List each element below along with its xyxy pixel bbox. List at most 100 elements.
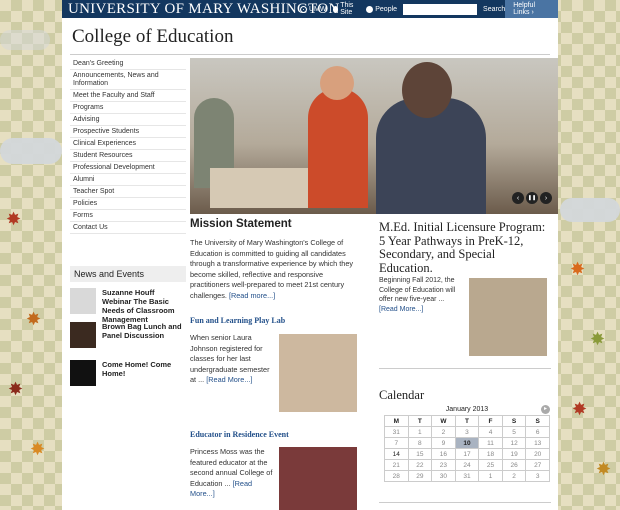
calendar-day[interactable]: 1 <box>478 470 503 482</box>
calendar-day[interactable]: 2 <box>431 426 456 438</box>
mission-read-more-link[interactable]: [Read more...] <box>229 291 275 300</box>
mission-heading: Mission Statement <box>190 218 292 230</box>
news-item[interactable]: Suzanne Houff Webinar The Basic Needs of… <box>70 288 186 324</box>
calendar-day[interactable]: 29 <box>407 470 433 482</box>
news-thumbnail[interactable] <box>70 288 96 314</box>
sidebar-nav-item[interactable]: Contact Us <box>70 222 186 234</box>
radio-icon <box>300 5 307 13</box>
sidebar-nav-item[interactable]: Announcements, News and Information <box>70 70 186 90</box>
sidebar-nav-item[interactable]: Student Resources <box>70 150 186 162</box>
sidebar-nav-item[interactable]: Policies <box>70 198 186 210</box>
calendar-day[interactable]: 19 <box>501 448 527 460</box>
sidebar-nav-item[interactable]: Teacher Spot <box>70 186 186 198</box>
calendar-day[interactable]: 15 <box>407 448 433 460</box>
med-heading[interactable]: M.Ed. Initial Licensure Program: 5 Year … <box>379 220 549 275</box>
sidebar-nav-item[interactable]: Programs <box>70 102 186 114</box>
scope-radio-this-site[interactable]: This Site <box>332 2 361 16</box>
calendar-day[interactable]: 18 <box>478 448 503 460</box>
calendar-day[interactable]: 20 <box>525 448 550 460</box>
story-heading[interactable]: Fun and Learning Play Lab <box>190 316 285 325</box>
calendar-day[interactable]: 5 <box>501 426 527 438</box>
pause-icon[interactable]: ❚❚ <box>526 192 538 204</box>
university-logo[interactable]: UNIVERSITY OF MARY WASHINGTON <box>62 1 339 18</box>
calendar-day[interactable]: 3 <box>454 426 480 438</box>
story-photo[interactable] <box>279 334 357 412</box>
calendar-day[interactable]: 13 <box>525 437 550 449</box>
search-button[interactable]: Search <box>483 6 505 13</box>
news-title[interactable]: Suzanne Houff Webinar The Basic Needs of… <box>102 288 186 324</box>
calendar-day[interactable]: 22 <box>407 459 433 471</box>
next-slide-icon[interactable]: › <box>540 192 552 204</box>
slideshow[interactable]: ‹ ❚❚ › <box>190 58 558 214</box>
calendar-day[interactable]: 28 <box>384 470 409 482</box>
sidebar-nav-item[interactable]: Forms <box>70 210 186 222</box>
calendar-day[interactable]: 9 <box>431 437 456 449</box>
news-title[interactable]: Come Home! Come Home! <box>102 360 186 386</box>
scope-radio-people[interactable]: People <box>366 5 397 13</box>
sidebar-nav-item[interactable]: Dean's Greeting <box>70 58 186 70</box>
story-heading[interactable]: Educator in Residence Event <box>190 430 289 439</box>
calendar-day[interactable]: 25 <box>478 459 503 471</box>
news-thumbnail[interactable] <box>70 322 96 348</box>
story-read-more-link[interactable]: [Read More...] <box>206 375 252 384</box>
next-month-icon[interactable]: ▸ <box>541 405 550 414</box>
page-title[interactable]: College of Education <box>72 26 233 48</box>
story-photo[interactable] <box>279 447 357 510</box>
calendar-day[interactable]: 12 <box>501 437 527 449</box>
scope-radio-umw[interactable]: UMW <box>300 5 327 13</box>
calendar-day[interactable]: 10 <box>454 437 480 449</box>
news-item[interactable]: Brown Bag Lunch and Panel Discussion <box>70 322 186 348</box>
sidebar-nav-item[interactable]: Professional Development <box>70 162 186 174</box>
calendar-weekday: W <box>431 415 456 427</box>
calendar-day[interactable]: 7 <box>384 437 409 449</box>
calendar-day[interactable]: 21 <box>384 459 409 471</box>
maple-leaf-icon: ✸ <box>30 439 46 459</box>
calendar-day[interactable]: 16 <box>431 448 456 460</box>
calendar-day[interactable]: 11 <box>478 437 503 449</box>
sidebar-nav-item[interactable]: Clinical Experiences <box>70 138 186 150</box>
calendar-day[interactable]: 31 <box>454 470 480 482</box>
med-photo[interactable] <box>469 278 547 356</box>
calendar-day[interactable]: 27 <box>525 459 550 471</box>
maple-leaf-icon: ✸ <box>26 309 42 329</box>
sidebar-nav-item[interactable]: Prospective Students <box>70 126 186 138</box>
sidebar-nav-item[interactable]: Meet the Faculty and Staff <box>70 90 186 102</box>
calendar-day[interactable]: 26 <box>501 459 527 471</box>
calendar-day[interactable]: 3 <box>525 470 550 482</box>
med-read-more-link[interactable]: [Read More...] <box>379 306 423 313</box>
main-page: College of Education Dean's Greeting Anno… <box>62 18 558 510</box>
calendar-heading: Calendar <box>379 388 425 402</box>
search-scope: UMW This Site People <box>300 2 397 16</box>
calendar-day[interactable]: 23 <box>431 459 456 471</box>
search-input[interactable] <box>403 3 478 15</box>
news-item[interactable]: Come Home! Come Home! <box>70 360 186 386</box>
story-text: When senior Laura Johnson registered for… <box>190 333 270 384</box>
calendar-grid: MTWTFSS 31 1 2 3 4 5 6 7 8 9 10 11 12 13 14 15 16 17 18 19 2… <box>384 415 550 482</box>
calendar-weekday: S <box>501 415 527 427</box>
background-cloud <box>0 30 50 50</box>
background-cloud <box>0 138 62 164</box>
slide-photo-face <box>402 62 452 118</box>
prev-slide-icon[interactable]: ‹ <box>512 192 524 204</box>
calendar-day[interactable]: 4 <box>478 426 503 438</box>
news-thumbnail[interactable] <box>70 360 96 386</box>
calendar-day[interactable]: 2 <box>501 470 527 482</box>
maple-leaf-icon: ✸ <box>570 259 586 279</box>
slideshow-controls: ‹ ❚❚ › <box>512 192 552 204</box>
calendar-day[interactable]: 24 <box>454 459 480 471</box>
calendar-day[interactable]: 14 <box>384 448 409 460</box>
calendar-day[interactable]: 1 <box>407 426 433 438</box>
helpful-links-button[interactable]: Helpful Links › <box>505 0 558 18</box>
slide-photo-face <box>320 66 354 100</box>
calendar-month: January 2013 <box>445 406 489 413</box>
calendar-day[interactable]: 8 <box>407 437 433 449</box>
sidebar-nav: Dean's Greeting Announcements, News and I… <box>70 58 186 234</box>
sidebar-nav-item[interactable]: Advising <box>70 114 186 126</box>
maple-leaf-icon: ✸ <box>6 209 22 229</box>
calendar-day[interactable]: 30 <box>431 470 456 482</box>
news-title[interactable]: Brown Bag Lunch and Panel Discussion <box>102 322 186 348</box>
calendar-day[interactable]: 6 <box>525 426 550 438</box>
calendar-day[interactable]: 17 <box>454 448 480 460</box>
sidebar-nav-item[interactable]: Alumni <box>70 174 186 186</box>
calendar-day[interactable]: 31 <box>384 426 409 438</box>
